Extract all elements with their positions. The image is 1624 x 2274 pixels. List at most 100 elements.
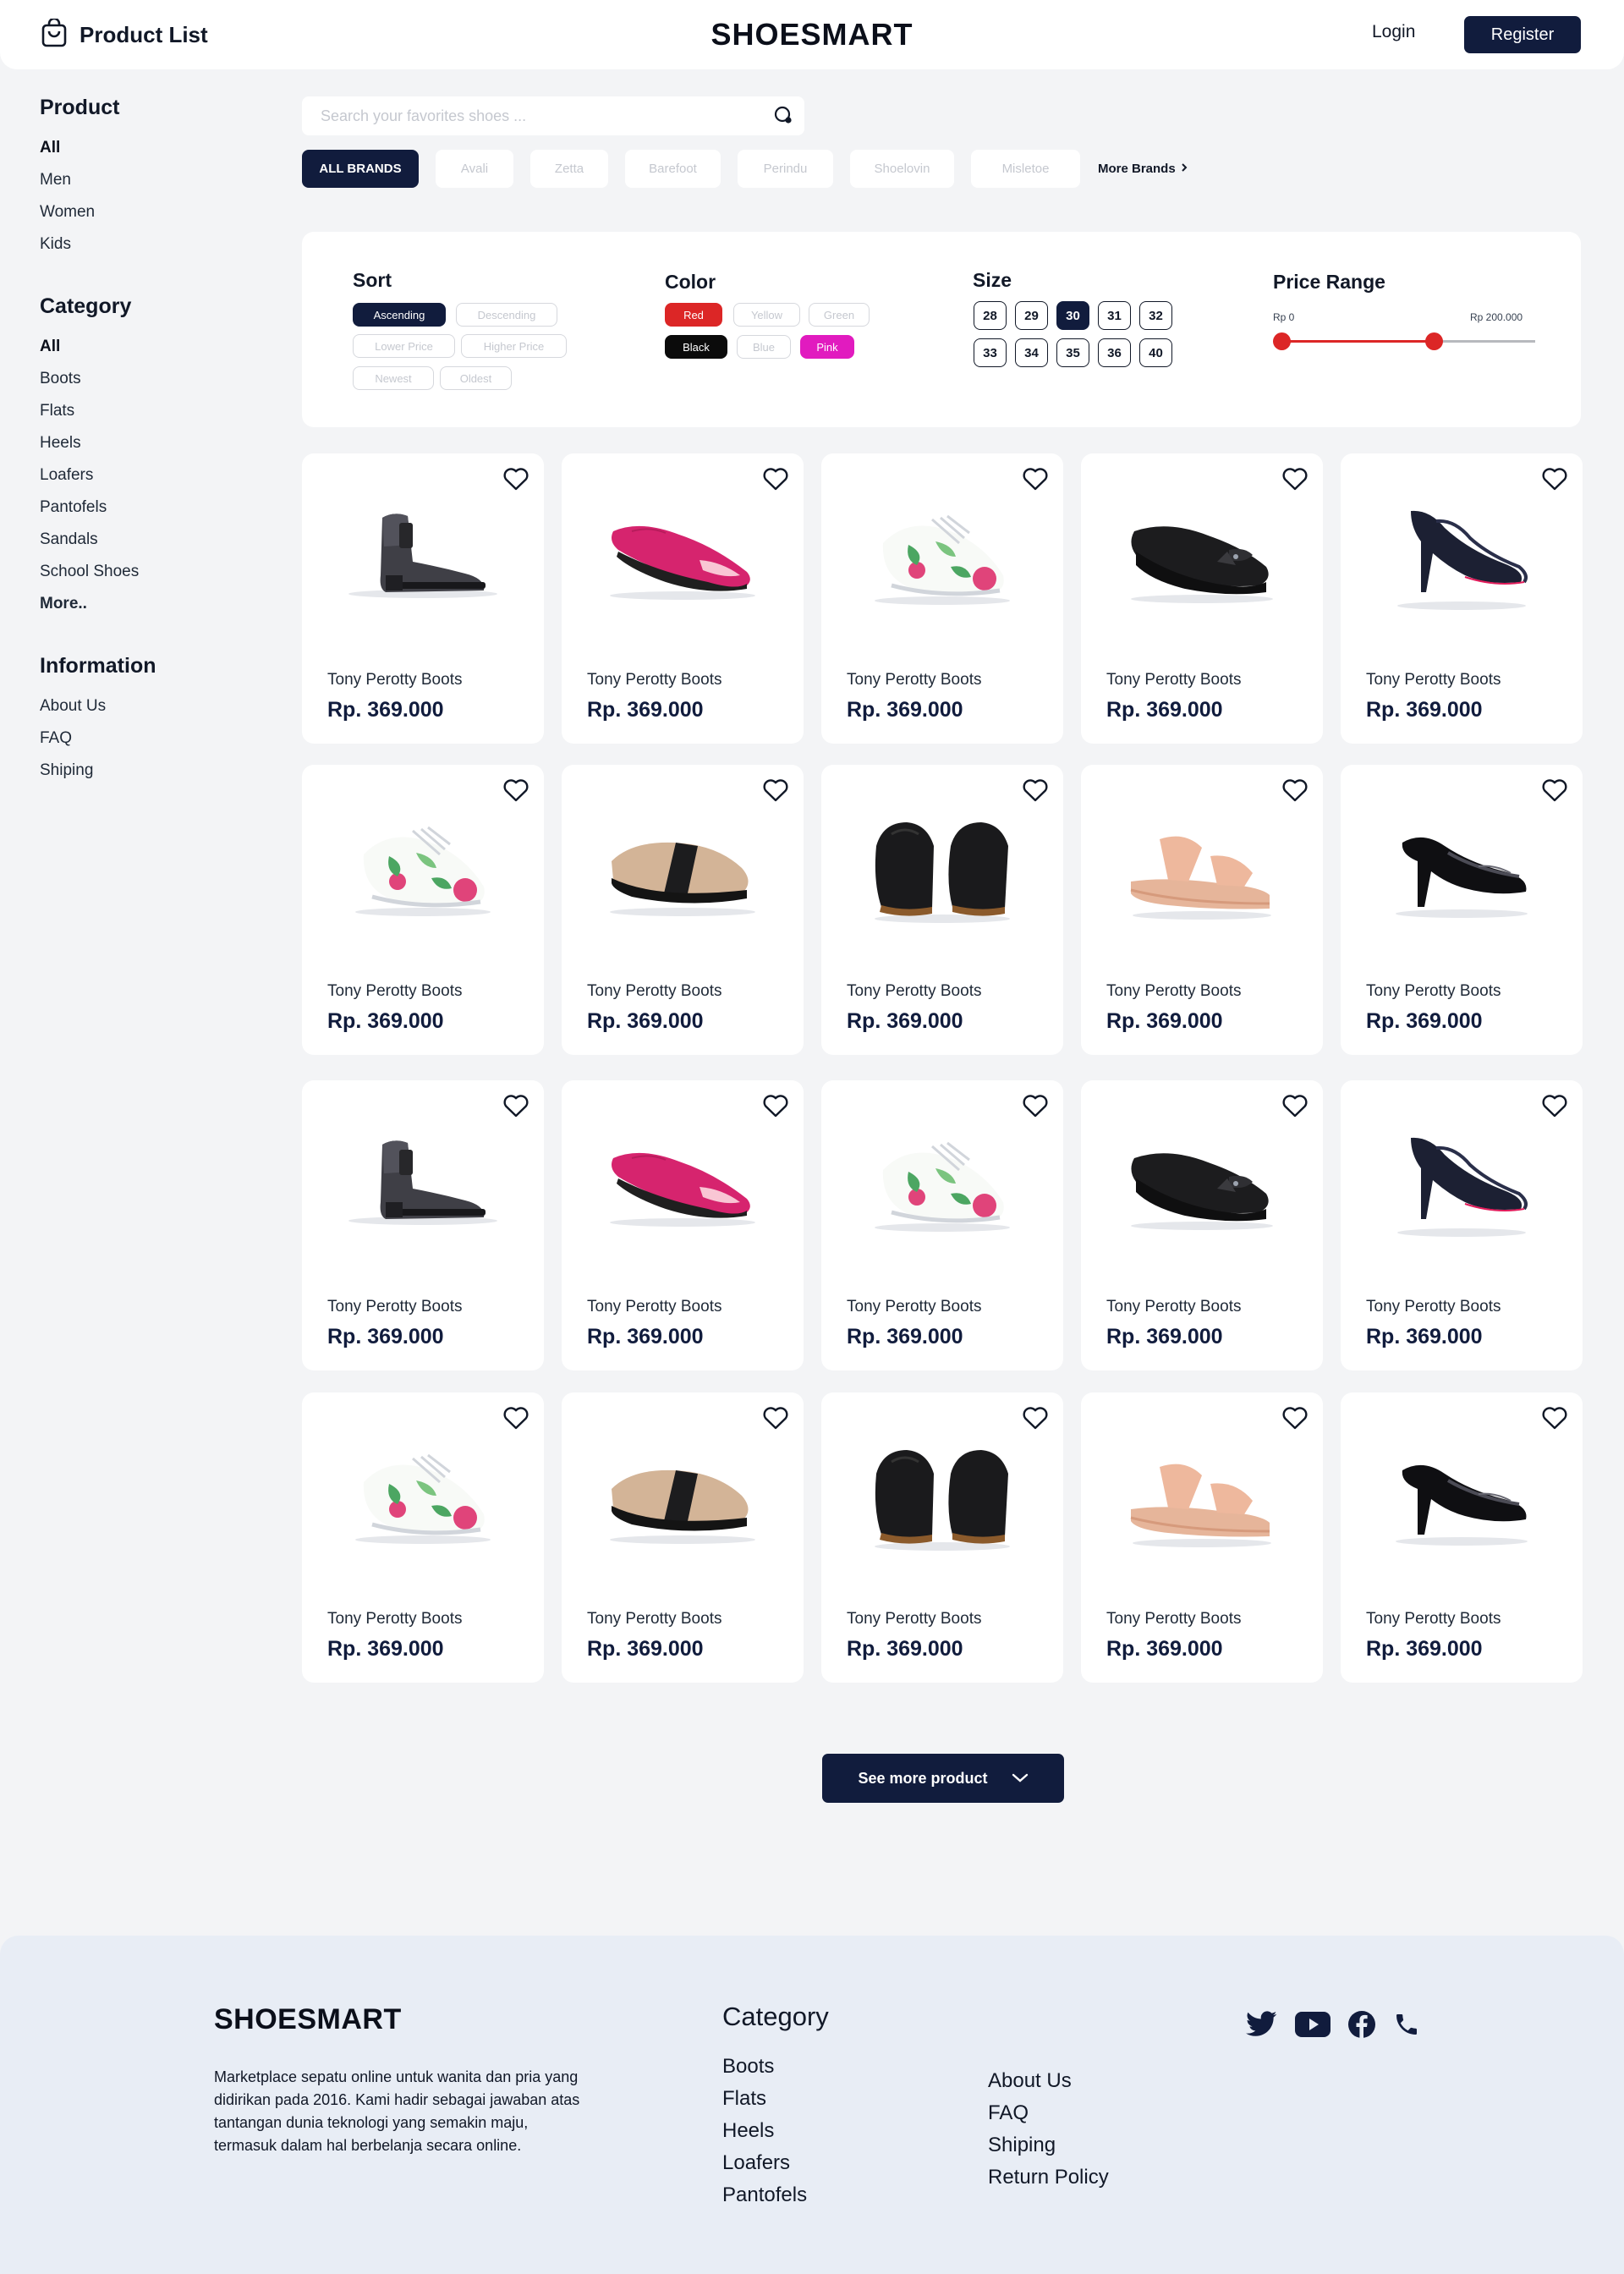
size-option-33[interactable]: 33: [974, 338, 1007, 367]
heart-icon[interactable]: [502, 466, 529, 496]
brand-chip-shoelovin[interactable]: Shoelovin: [850, 150, 954, 188]
size-option-40[interactable]: 40: [1139, 338, 1172, 367]
heart-icon[interactable]: [502, 777, 529, 807]
heart-icon[interactable]: [762, 466, 789, 496]
product-card[interactable]: Tony Perotty Boots Rp. 369.000: [1081, 1080, 1323, 1370]
product-card[interactable]: Tony Perotty Boots Rp. 369.000: [1081, 765, 1323, 1055]
price-min-handle[interactable]: [1273, 332, 1291, 350]
product-image[interactable]: [598, 1121, 767, 1248]
product-card[interactable]: Tony Perotty Boots Rp. 369.000: [302, 765, 544, 1055]
product-name[interactable]: Tony Perotty Boots: [1106, 982, 1241, 1001]
size-option-28[interactable]: 28: [974, 301, 1007, 330]
price-range-slider[interactable]: [1273, 332, 1535, 350]
sidebar-item-category-flats[interactable]: Flats: [40, 395, 277, 427]
product-name[interactable]: Tony Perotty Boots: [1366, 671, 1501, 689]
sort-option-descending[interactable]: Descending: [456, 303, 557, 327]
product-image[interactable]: [1117, 1433, 1287, 1560]
facebook-icon[interactable]: [1347, 2010, 1376, 2039]
product-name[interactable]: Tony Perotty Boots: [1106, 1298, 1241, 1316]
sidebar-item-category-boots[interactable]: Boots: [40, 363, 277, 395]
product-name[interactable]: Tony Perotty Boots: [587, 1298, 721, 1316]
product-name[interactable]: Tony Perotty Boots: [1106, 1610, 1241, 1629]
sidebar-item-category-loafers[interactable]: Loafers: [40, 459, 277, 492]
heart-icon[interactable]: [1541, 777, 1568, 807]
product-image[interactable]: [1377, 805, 1546, 932]
sidebar-item-category-sandals[interactable]: Sandals: [40, 524, 277, 556]
heart-icon[interactable]: [1022, 777, 1049, 807]
product-card[interactable]: Tony Perotty Boots Rp. 369.000: [821, 765, 1063, 1055]
sidebar-item-product-men[interactable]: Men: [40, 164, 277, 196]
product-name[interactable]: Tony Perotty Boots: [587, 671, 721, 689]
heart-icon[interactable]: [1022, 466, 1049, 496]
product-name[interactable]: Tony Perotty Boots: [587, 982, 721, 1001]
color-option-red[interactable]: Red: [665, 303, 722, 327]
color-option-yellow[interactable]: Yellow: [733, 303, 800, 327]
product-card[interactable]: Tony Perotty Boots Rp. 369.000: [1341, 1080, 1583, 1370]
product-card[interactable]: Tony Perotty Boots Rp. 369.000: [1341, 453, 1583, 744]
product-name[interactable]: Tony Perotty Boots: [1366, 1298, 1501, 1316]
sidebar-item-info-shiping[interactable]: Shiping: [40, 755, 277, 787]
sort-option-oldest[interactable]: Oldest: [440, 366, 512, 390]
heart-icon[interactable]: [1281, 1093, 1309, 1123]
product-name[interactable]: Tony Perotty Boots: [327, 1298, 462, 1316]
product-card[interactable]: Tony Perotty Boots Rp. 369.000: [821, 1080, 1063, 1370]
product-name[interactable]: Tony Perotty Boots: [327, 1610, 462, 1629]
product-card[interactable]: Tony Perotty Boots Rp. 369.000: [1341, 1392, 1583, 1683]
product-image[interactable]: [598, 805, 767, 932]
size-option-30[interactable]: 30: [1056, 301, 1089, 330]
product-card[interactable]: Tony Perotty Boots Rp. 369.000: [1081, 453, 1323, 744]
product-card[interactable]: Tony Perotty Boots Rp. 369.000: [562, 453, 804, 744]
product-image[interactable]: [598, 1433, 767, 1560]
size-option-32[interactable]: 32: [1139, 301, 1172, 330]
sidebar-item-product-kids[interactable]: Kids: [40, 228, 277, 261]
product-name[interactable]: Tony Perotty Boots: [1366, 1610, 1501, 1629]
twitter-icon[interactable]: [1246, 2011, 1278, 2038]
sidebar-item-info-about-us[interactable]: About Us: [40, 690, 277, 722]
product-image[interactable]: [338, 1121, 508, 1248]
sidebar-category-more[interactable]: More..: [40, 588, 277, 620]
product-image[interactable]: [1117, 1121, 1287, 1248]
heart-icon[interactable]: [1541, 1093, 1568, 1123]
footer-category-pantofels[interactable]: Pantofels: [722, 2179, 807, 2211]
see-more-button[interactable]: See more product: [822, 1754, 1064, 1803]
size-option-31[interactable]: 31: [1098, 301, 1131, 330]
size-option-35[interactable]: 35: [1056, 338, 1089, 367]
sort-option-ascending[interactable]: Ascending: [353, 303, 446, 327]
product-card[interactable]: Tony Perotty Boots Rp. 369.000: [302, 1392, 544, 1683]
product-card[interactable]: Tony Perotty Boots Rp. 369.000: [821, 1392, 1063, 1683]
product-image[interactable]: [1117, 494, 1287, 621]
product-name[interactable]: Tony Perotty Boots: [847, 1610, 981, 1629]
product-card[interactable]: Tony Perotty Boots Rp. 369.000: [821, 453, 1063, 744]
heart-icon[interactable]: [1541, 466, 1568, 496]
product-image[interactable]: [598, 494, 767, 621]
product-card[interactable]: Tony Perotty Boots Rp. 369.000: [562, 1080, 804, 1370]
youtube-icon[interactable]: [1295, 2012, 1330, 2037]
product-name[interactable]: Tony Perotty Boots: [847, 671, 981, 689]
heart-icon[interactable]: [762, 1405, 789, 1435]
footer-link-return-policy[interactable]: Return Policy: [988, 2161, 1109, 2194]
heart-icon[interactable]: [502, 1405, 529, 1435]
brand-chip-barefoot[interactable]: Barefoot: [625, 150, 721, 188]
color-option-green[interactable]: Green: [809, 303, 870, 327]
product-image[interactable]: [1377, 494, 1546, 621]
more-brands-link[interactable]: More Brands: [1098, 162, 1188, 176]
size-option-29[interactable]: 29: [1015, 301, 1048, 330]
heart-icon[interactable]: [1022, 1093, 1049, 1123]
heart-icon[interactable]: [1281, 466, 1309, 496]
phone-icon[interactable]: [1393, 2011, 1420, 2038]
product-name[interactable]: Tony Perotty Boots: [327, 671, 462, 689]
product-image[interactable]: [1377, 1433, 1546, 1560]
product-name[interactable]: Tony Perotty Boots: [327, 982, 462, 1001]
product-image[interactable]: [858, 494, 1027, 621]
brand-chip-perindu[interactable]: Perindu: [738, 150, 833, 188]
footer-link-about-us[interactable]: About Us: [988, 2065, 1109, 2097]
product-name[interactable]: Tony Perotty Boots: [847, 982, 981, 1001]
heart-icon[interactable]: [1541, 1405, 1568, 1435]
product-card[interactable]: Tony Perotty Boots Rp. 369.000: [562, 765, 804, 1055]
product-image[interactable]: [338, 1433, 508, 1560]
product-image[interactable]: [1117, 805, 1287, 932]
sidebar-item-product-women[interactable]: Women: [40, 196, 277, 228]
heart-icon[interactable]: [502, 1093, 529, 1123]
footer-category-boots[interactable]: Boots: [722, 2051, 807, 2083]
color-option-black[interactable]: Black: [665, 335, 727, 359]
